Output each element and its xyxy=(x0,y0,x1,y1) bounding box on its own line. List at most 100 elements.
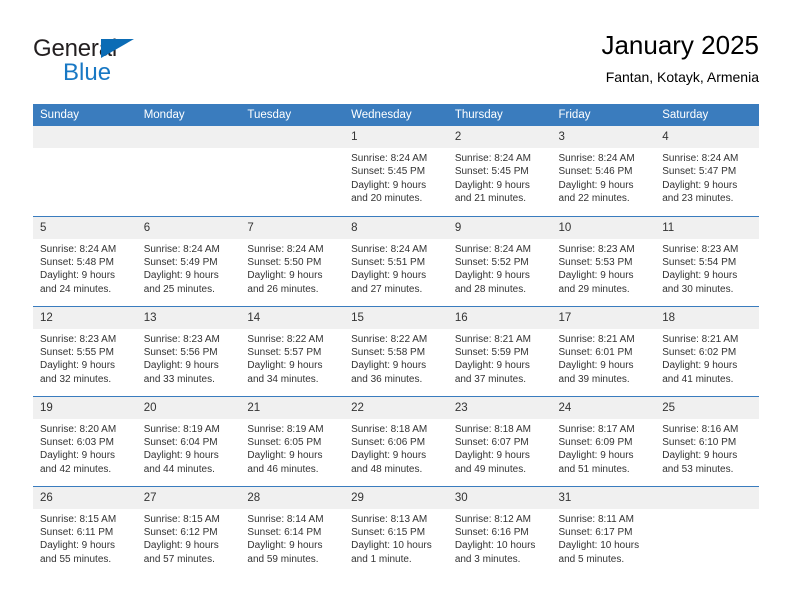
day-sun-info: Sunrise: 8:24 AM Sunset: 5:46 PM Daylight:… xyxy=(552,148,656,206)
daylight-duration-line-1: Daylight: 9 hours xyxy=(40,450,116,462)
day-number: 19 xyxy=(33,396,137,419)
sunset-time: Sunset: 5:54 PM xyxy=(662,256,737,268)
sunset-time: Sunset: 5:45 PM xyxy=(351,166,426,178)
calendar-day-cell[interactable]: 21 Sunrise: 8:19 AM Sunset: 6:05 PM Dayligh… xyxy=(240,395,345,486)
calendar-day-cell[interactable]: 10 Sunrise: 8:23 AM Sunset: 5:53 PM Dayligh… xyxy=(551,215,656,306)
day-number: 26 xyxy=(33,486,137,509)
calendar-day-cell[interactable]: 15 Sunrise: 8:22 AM Sunset: 5:58 PM Dayligh… xyxy=(344,305,448,396)
logo-triangle-icon xyxy=(101,39,134,58)
daylight-duration-line-2: and 59 minutes. xyxy=(247,553,319,565)
calendar-day-cell[interactable]: 17 Sunrise: 8:21 AM Sunset: 6:01 PM Dayligh… xyxy=(551,305,656,396)
day-number xyxy=(240,126,345,148)
day-cell-content: 1 Sunrise: 8:24 AM Sunset: 5:45 PM Daylight… xyxy=(344,126,448,216)
day-cell-content: 25 Sunrise: 8:16 AM Sunset: 6:10 PM Dayligh… xyxy=(655,396,759,486)
calendar-day-cell[interactable]: 20 Sunrise: 8:19 AM Sunset: 6:04 PM Dayligh… xyxy=(136,395,241,486)
day-cell-content: 21 Sunrise: 8:19 AM Sunset: 6:05 PM Dayligh… xyxy=(240,396,345,486)
sunrise-time: Sunrise: 8:21 AM xyxy=(454,333,531,345)
day-cell-content: 11 Sunrise: 8:23 AM Sunset: 5:54 PM Dayligh… xyxy=(655,216,759,306)
page-title: January 2025 xyxy=(601,30,759,60)
sunset-time: Sunset: 5:47 PM xyxy=(662,166,737,178)
calendar-day-cell[interactable]: 30 Sunrise: 8:12 AM Sunset: 6:16 PM Dayligh… xyxy=(447,485,552,576)
day-cell-content: 16 Sunrise: 8:21 AM Sunset: 5:59 PM Dayligh… xyxy=(447,306,552,396)
daylight-duration-line-1: Daylight: 9 hours xyxy=(143,360,219,372)
daylight-duration-line-2: and 39 minutes. xyxy=(558,373,630,385)
calendar-day-cell[interactable]: 28 Sunrise: 8:14 AM Sunset: 6:14 PM Dayligh… xyxy=(240,485,345,576)
day-number: 23 xyxy=(447,396,552,419)
calendar-day-cell[interactable]: 22 Sunrise: 8:18 AM Sunset: 6:06 PM Dayligh… xyxy=(344,395,448,486)
day-number: 27 xyxy=(136,486,241,509)
sunrise-time: Sunrise: 8:12 AM xyxy=(454,513,531,525)
day-cell-content: 6 Sunrise: 8:24 AM Sunset: 5:49 PM Daylight… xyxy=(136,216,241,306)
sunrise-time: Sunrise: 8:19 AM xyxy=(143,423,220,435)
calendar-day-cell[interactable]: 26 Sunrise: 8:15 AM Sunset: 6:11 PM Dayligh… xyxy=(33,485,137,576)
calendar-day-cell[interactable]: 2 Sunrise: 8:24 AM Sunset: 5:45 PM Daylight… xyxy=(447,126,552,216)
sunset-time: Sunset: 6:05 PM xyxy=(247,436,322,448)
calendar-page: General Blue January 2025 Fantan, Kotayk… xyxy=(0,0,792,612)
calendar-day-cell-empty xyxy=(240,126,345,216)
calendar-day-cell[interactable]: 27 Sunrise: 8:15 AM Sunset: 6:12 PM Dayligh… xyxy=(136,485,241,576)
sunrise-time: Sunrise: 8:24 AM xyxy=(454,153,531,164)
day-cell-content: 17 Sunrise: 8:21 AM Sunset: 6:01 PM Dayligh… xyxy=(551,306,656,396)
sunset-time: Sunset: 5:56 PM xyxy=(143,346,218,358)
calendar-day-cell[interactable]: 23 Sunrise: 8:18 AM Sunset: 6:07 PM Dayligh… xyxy=(447,395,552,486)
day-number: 28 xyxy=(240,486,345,509)
daylight-duration-line-2: and 55 minutes. xyxy=(40,553,112,565)
title-block: January 2025 Fantan, Kotayk, Armenia xyxy=(601,28,759,87)
calendar-day-cell[interactable]: 8 Sunrise: 8:24 AM Sunset: 5:51 PM Daylight… xyxy=(344,215,448,306)
day-cell-content: 15 Sunrise: 8:22 AM Sunset: 5:58 PM Dayligh… xyxy=(344,306,448,396)
weekday-header-thursday: Thursday xyxy=(447,104,552,126)
calendar-day-cell[interactable]: 18 Sunrise: 8:21 AM Sunset: 6:02 PM Dayligh… xyxy=(655,305,759,396)
calendar-day-cell[interactable]: 13 Sunrise: 8:23 AM Sunset: 5:56 PM Dayligh… xyxy=(136,305,241,396)
calendar-day-cell[interactable]: 9 Sunrise: 8:24 AM Sunset: 5:52 PM Daylight… xyxy=(447,215,552,306)
daylight-duration-line-2: and 33 minutes. xyxy=(143,373,215,385)
calendar-week-row: 12 Sunrise: 8:23 AM Sunset: 5:55 PM Dayligh… xyxy=(33,305,759,396)
calendar-day-cell[interactable]: 3 Sunrise: 8:24 AM Sunset: 5:46 PM Daylight… xyxy=(551,126,656,216)
calendar-day-cell[interactable]: 6 Sunrise: 8:24 AM Sunset: 5:49 PM Daylight… xyxy=(136,215,241,306)
daylight-duration-line-1: Daylight: 10 hours xyxy=(351,540,432,552)
calendar-day-cell[interactable]: 29 Sunrise: 8:13 AM Sunset: 6:15 PM Dayligh… xyxy=(344,485,448,576)
sunrise-time: Sunrise: 8:19 AM xyxy=(247,423,324,435)
calendar-day-cell[interactable]: 7 Sunrise: 8:24 AM Sunset: 5:50 PM Daylight… xyxy=(240,215,345,306)
day-cell-content: 9 Sunrise: 8:24 AM Sunset: 5:52 PM Daylight… xyxy=(447,216,552,306)
calendar-day-cell[interactable]: 12 Sunrise: 8:23 AM Sunset: 5:55 PM Dayligh… xyxy=(33,305,137,396)
daylight-duration-line-2: and 51 minutes. xyxy=(558,463,630,475)
day-number: 2 xyxy=(447,126,552,148)
calendar-day-cell[interactable]: 4 Sunrise: 8:24 AM Sunset: 5:47 PM Daylight… xyxy=(655,126,759,216)
calendar-day-cell[interactable]: 24 Sunrise: 8:17 AM Sunset: 6:09 PM Dayligh… xyxy=(551,395,656,486)
calendar-day-cell[interactable]: 19 Sunrise: 8:20 AM Sunset: 6:03 PM Dayligh… xyxy=(33,395,137,486)
daylight-duration-line-1: Daylight: 9 hours xyxy=(662,360,738,372)
daylight-duration-line-2: and 44 minutes. xyxy=(143,463,215,475)
day-number: 6 xyxy=(136,216,241,239)
calendar-day-cell[interactable]: 31 Sunrise: 8:11 AM Sunset: 6:17 PM Dayligh… xyxy=(551,485,656,576)
sunset-time: Sunset: 6:12 PM xyxy=(143,526,218,538)
calendar-day-cell[interactable]: 25 Sunrise: 8:16 AM Sunset: 6:10 PM Dayligh… xyxy=(655,395,759,486)
day-number: 22 xyxy=(344,396,448,419)
daylight-duration-line-2: and 34 minutes. xyxy=(247,373,319,385)
day-cell-content: 7 Sunrise: 8:24 AM Sunset: 5:50 PM Daylight… xyxy=(240,216,345,306)
day-number: 1 xyxy=(344,126,448,148)
day-cell-content: 20 Sunrise: 8:19 AM Sunset: 6:04 PM Dayligh… xyxy=(136,396,241,486)
calendar-day-cell[interactable]: 14 Sunrise: 8:22 AM Sunset: 5:57 PM Dayligh… xyxy=(240,305,345,396)
daylight-duration-line-2: and 37 minutes. xyxy=(454,373,526,385)
sunset-time: Sunset: 5:58 PM xyxy=(351,346,426,358)
sunset-time: Sunset: 5:52 PM xyxy=(454,256,529,268)
day-sun-info: Sunrise: 8:23 AM Sunset: 5:55 PM Daylight:… xyxy=(33,329,137,387)
daylight-duration-line-2: and 49 minutes. xyxy=(454,463,526,475)
calendar-day-cell[interactable]: 1 Sunrise: 8:24 AM Sunset: 5:45 PM Daylight… xyxy=(344,126,448,216)
day-sun-info: Sunrise: 8:24 AM Sunset: 5:45 PM Daylight:… xyxy=(344,148,448,206)
sunset-time: Sunset: 6:09 PM xyxy=(558,436,633,448)
sunset-time: Sunset: 6:01 PM xyxy=(558,346,633,358)
calendar-day-cell[interactable]: 16 Sunrise: 8:21 AM Sunset: 5:59 PM Dayligh… xyxy=(447,305,552,396)
day-number: 15 xyxy=(344,306,448,329)
calendar-day-cell[interactable]: 5 Sunrise: 8:24 AM Sunset: 5:48 PM Daylight… xyxy=(33,215,137,306)
daylight-duration-line-2: and 48 minutes. xyxy=(351,463,423,475)
calendar-day-cell[interactable]: 11 Sunrise: 8:23 AM Sunset: 5:54 PM Dayligh… xyxy=(655,215,759,306)
daylight-duration-line-2: and 57 minutes. xyxy=(143,553,215,565)
sunset-time: Sunset: 6:04 PM xyxy=(143,436,218,448)
daylight-duration-line-1: Daylight: 9 hours xyxy=(662,450,738,462)
daylight-duration-line-1: Daylight: 9 hours xyxy=(247,540,323,552)
day-cell-content: 3 Sunrise: 8:24 AM Sunset: 5:46 PM Daylight… xyxy=(551,126,656,216)
daylight-duration-line-2: and 3 minutes. xyxy=(454,553,521,565)
sunrise-time: Sunrise: 8:16 AM xyxy=(662,423,739,435)
sunset-time: Sunset: 6:16 PM xyxy=(454,526,529,538)
